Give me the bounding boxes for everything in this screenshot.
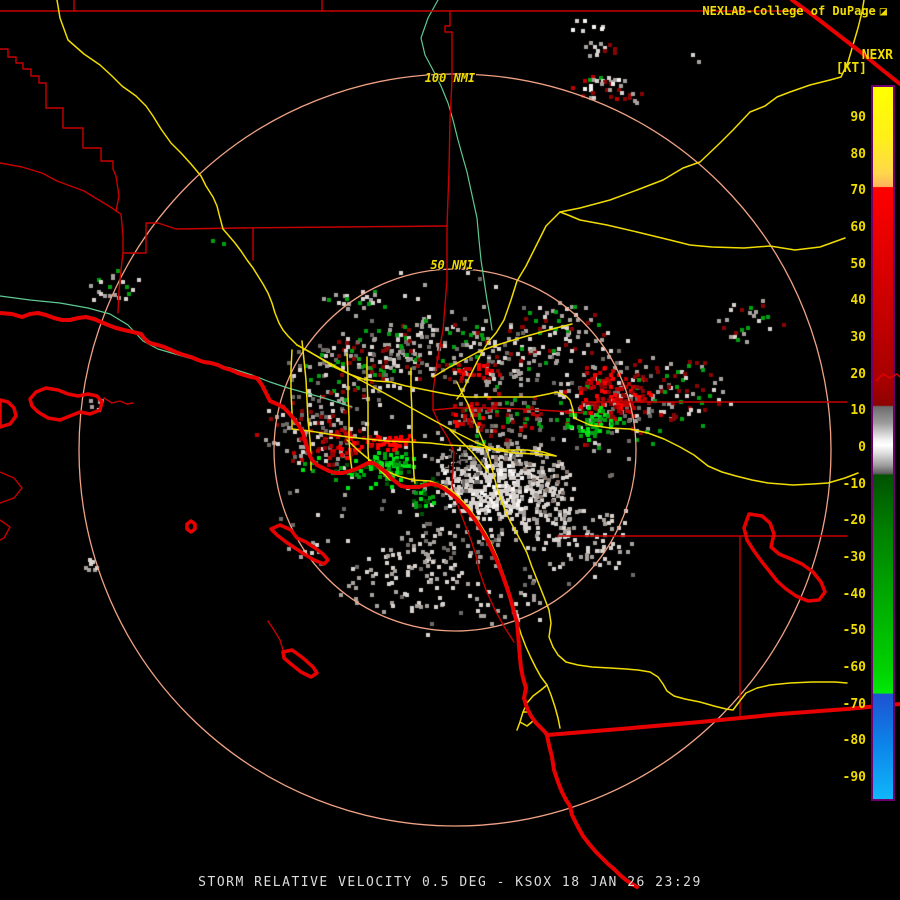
county-borders-line — [875, 373, 900, 382]
radar-display: 50 NMI 100 NMI NEXLAB-College of DuPage ◪… — [0, 0, 900, 900]
map-over-colorbar-layer — [875, 373, 900, 382]
